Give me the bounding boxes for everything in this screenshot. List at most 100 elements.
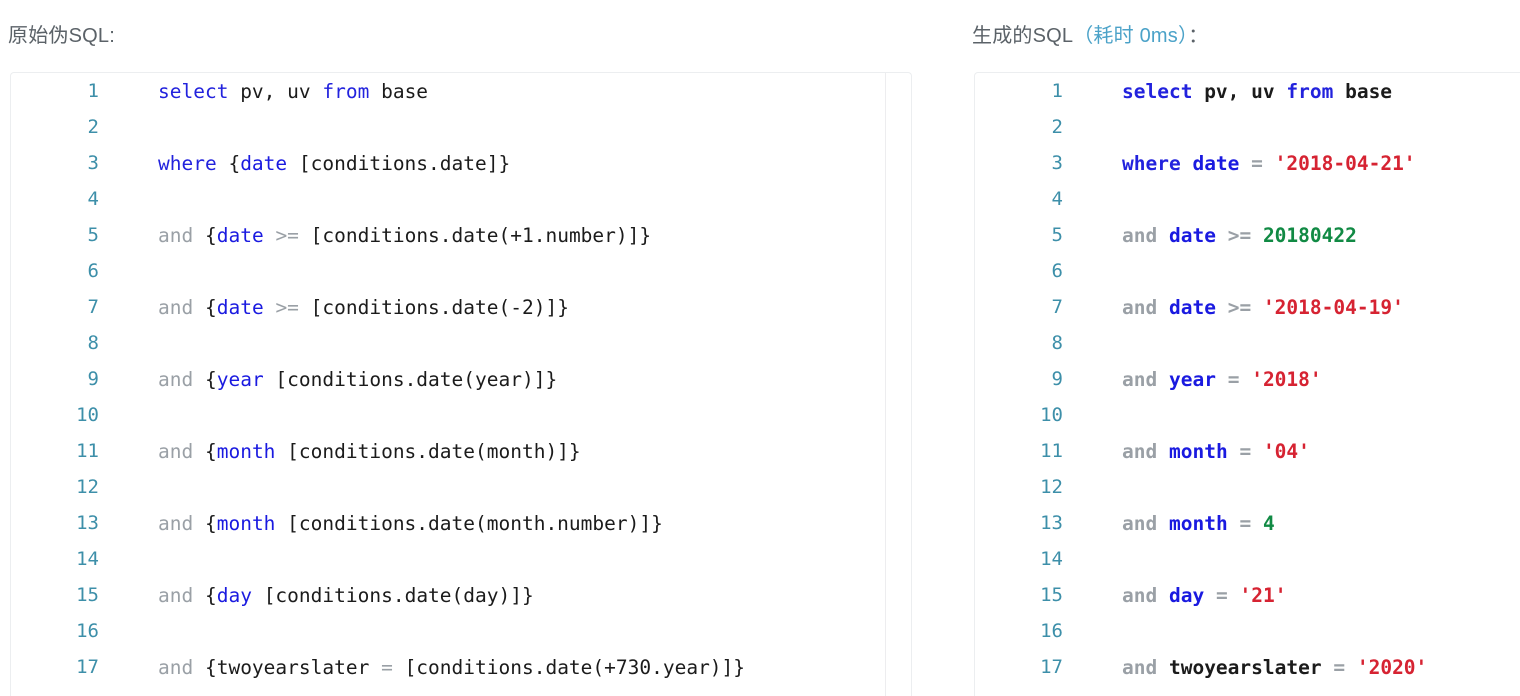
code-token-punc: { <box>193 511 217 535</box>
code-token-and: and <box>1122 655 1158 679</box>
code-token-field: month <box>216 511 276 535</box>
code-line-text: and {date >= [conditions.date(+1.number)… <box>99 224 911 247</box>
sql-comparison-page: 原始伪SQL: 1 select pv, uv from base 2 3 where … <box>0 0 1520 696</box>
code-token-field: month <box>1168 511 1228 535</box>
left-code-scroll-area[interactable]: 1 select pv, uv from base 2 3 where {date [c… <box>11 73 911 696</box>
code-token-and: and <box>158 655 194 679</box>
code-token-field: day <box>216 583 252 607</box>
line-number: 16 <box>1040 620 1063 642</box>
line-number: 5 <box>87 224 99 246</box>
line-number: 14 <box>76 548 99 570</box>
right-code-scroll-area[interactable]: 1 select pv, uv from base 2 3 where date = '… <box>975 73 1520 696</box>
line-number: 4 <box>1051 188 1063 210</box>
line-number: 7 <box>1051 296 1063 318</box>
code-line: 16 <box>975 613 1520 649</box>
code-line-text: and twoyearslater = '2020' <box>1063 656 1520 679</box>
left-column: 原始伪SQL: 1 select pv, uv from base 2 3 where … <box>0 0 920 696</box>
code-token-plain: base <box>1333 79 1393 103</box>
code-token-op: >= <box>275 223 299 247</box>
line-number: 17 <box>1040 656 1063 678</box>
code-line: 9 and {year [conditions.date(year)]} <box>11 361 911 397</box>
code-token-punc: {twoyearslater <box>193 655 382 679</box>
code-token-punc: { <box>193 367 217 391</box>
code-line: 1 select pv, uv from base <box>975 73 1520 109</box>
code-token-and: and <box>158 583 194 607</box>
code-line: 11 and month = '04' <box>975 433 1520 469</box>
code-token-punc: { <box>193 223 217 247</box>
code-token-op: >= <box>1227 223 1252 247</box>
code-token-and: and <box>1122 223 1158 247</box>
line-number: 13 <box>76 512 99 534</box>
code-token-plain: pv, uv <box>1192 79 1287 103</box>
line-number: 15 <box>1040 584 1063 606</box>
code-token-str: '04' <box>1262 439 1310 463</box>
original-pseudo-sql-code-card[interactable]: 1 select pv, uv from base 2 3 where {date [c… <box>10 72 912 696</box>
code-token-str: '21' <box>1239 583 1287 607</box>
code-token-field: year <box>1168 367 1216 391</box>
right-column: 生成的SQL（耗时 0ms）： 1 select pv, uv from base… <box>964 0 1520 696</box>
code-token-and: and <box>1122 439 1158 463</box>
code-line: 5 and {date >= [conditions.date(+1.number… <box>11 217 911 253</box>
line-number: 16 <box>76 620 99 642</box>
line-number: 8 <box>1051 332 1063 354</box>
line-number: 4 <box>87 188 99 210</box>
code-line: 3 where date = '2018-04-21' <box>975 145 1520 181</box>
line-number: 7 <box>87 296 99 318</box>
code-token-str: '2020' <box>1356 655 1428 679</box>
code-token-and: and <box>158 295 194 319</box>
code-line: 17 and twoyearslater = '2020' <box>975 649 1520 685</box>
line-number: 9 <box>1051 368 1063 390</box>
code-line-text: and month = 4 <box>1063 512 1520 535</box>
code-token-field: date <box>1168 295 1216 319</box>
code-line: 4 <box>975 181 1520 217</box>
line-number: 8 <box>87 332 99 354</box>
right-panel-title-text: 生成的SQL <box>972 25 1074 47</box>
left-code-scroll-track[interactable] <box>885 73 886 696</box>
code-token-punc: [conditions.date(month.number)]} <box>275 511 663 535</box>
line-number: 17 <box>76 656 99 678</box>
code-token-str: '2018' <box>1251 367 1322 391</box>
code-token-punc: { <box>216 151 241 175</box>
code-token-op: = <box>1239 511 1252 535</box>
code-line-text: and year = '2018' <box>1063 368 1520 391</box>
code-token-field: month <box>216 439 276 463</box>
line-number: 2 <box>1051 116 1063 138</box>
code-line: 14 <box>11 541 911 577</box>
left-panel-title-text: 原始伪SQL: <box>8 25 115 47</box>
line-number: 2 <box>87 116 99 138</box>
code-token-punc: [conditions.date(+1.number)]} <box>298 223 652 247</box>
code-line: 13 and {month [conditions.date(month.numb… <box>11 505 911 541</box>
code-line: 2 <box>11 109 911 145</box>
line-number: 15 <box>76 584 99 606</box>
code-token-num: 4 <box>1262 511 1275 535</box>
right-panel-title: 生成的SQL（耗时 0ms）： <box>964 0 1520 72</box>
code-token-and: and <box>1122 367 1158 391</box>
code-line: 8 <box>975 325 1520 361</box>
line-number: 10 <box>76 404 99 426</box>
code-token-plain: twoyearslater <box>1157 655 1334 679</box>
code-token-field: date <box>1192 151 1240 175</box>
code-token-kw: from <box>1286 79 1334 103</box>
code-token-field: year <box>216 367 264 391</box>
right-panel-title-colon: ： <box>1188 25 1209 47</box>
generated-sql-code-card[interactable]: 1 select pv, uv from base 2 3 where date = '… <box>974 72 1520 696</box>
code-token-and: and <box>158 439 194 463</box>
code-line: 13 and month = 4 <box>975 505 1520 541</box>
line-number: 12 <box>1040 476 1063 498</box>
code-token-op: = <box>1239 439 1252 463</box>
code-token-punc: { <box>193 439 217 463</box>
code-line-text: select pv, uv from base <box>99 80 911 103</box>
code-line-text: and day = '21' <box>1063 584 1520 607</box>
code-token-op: = <box>1251 151 1263 175</box>
